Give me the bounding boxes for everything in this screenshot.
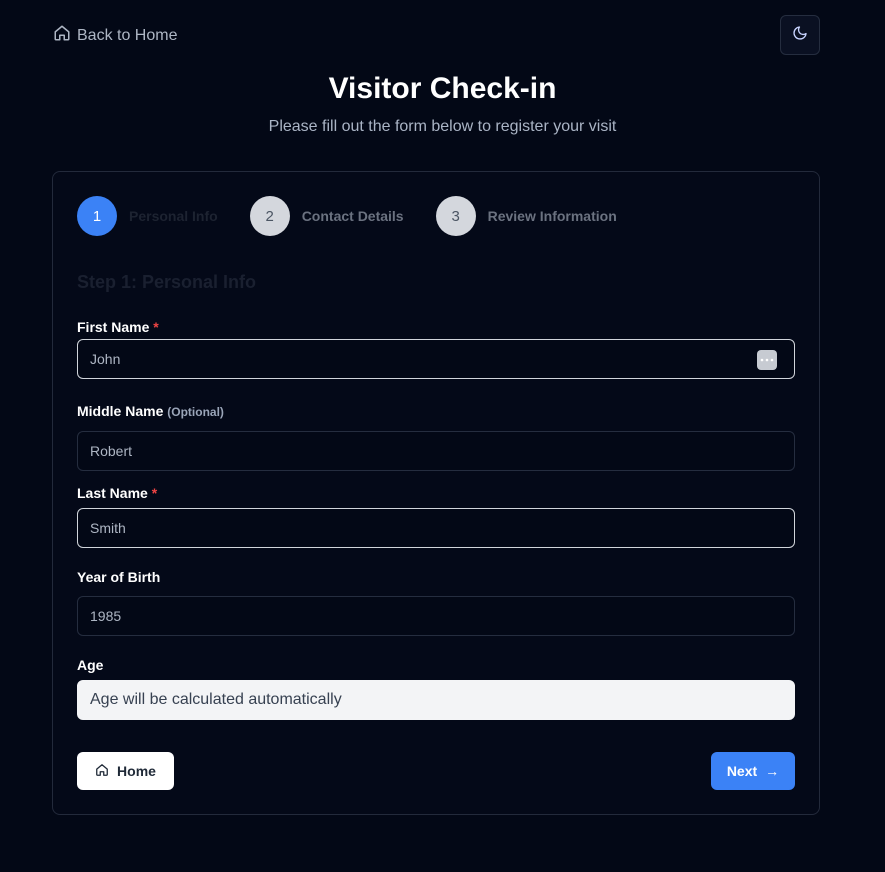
home-button[interactable]: Home: [77, 752, 174, 790]
age-field: Age Age will be calculated automatically: [77, 657, 795, 720]
step-number: 1: [77, 196, 117, 236]
stepper: 1 Personal Info 2 Contact Details 3 Revi…: [77, 196, 649, 236]
year-of-birth-field: Year of Birth 1985: [77, 569, 795, 636]
step-contact-details: 2 Contact Details: [249, 196, 404, 236]
age-input: Age will be calculated automatically: [77, 680, 795, 720]
step-label: Personal Info: [129, 208, 218, 224]
last-name-value: Smith: [90, 520, 126, 536]
optional-hint: (Optional): [167, 405, 224, 419]
next-button[interactable]: Next →: [711, 752, 795, 790]
page-subtitle: Please fill out the form below to regist…: [268, 118, 617, 135]
step-label: Review Information: [487, 208, 617, 224]
middle-name-label: Middle Name: [77, 403, 164, 419]
age-label: Age: [77, 657, 104, 673]
step-review-information: 3 Review Information: [435, 196, 617, 236]
year-of-birth-value: 1985: [90, 608, 122, 624]
step-heading: Step 1: Personal Info: [77, 272, 257, 292]
password-manager-icon[interactable]: [757, 350, 777, 370]
last-name-label: Last Name: [77, 485, 148, 501]
home-button-label: Home: [117, 763, 156, 779]
middle-name-field: Middle Name (Optional) Robert: [77, 403, 795, 471]
last-name-field: Last Name * Smith: [77, 485, 795, 548]
required-mark: *: [153, 319, 159, 335]
step-label: Contact Details: [301, 208, 404, 224]
first-name-input[interactable]: John: [77, 339, 795, 379]
back-link-label: Back to Home: [77, 26, 178, 44]
page-title: Visitor Check-in: [328, 72, 557, 105]
first-name-label: First Name: [77, 319, 150, 335]
year-of-birth-label: Year of Birth: [77, 569, 161, 585]
required-mark: *: [151, 485, 158, 501]
year-of-birth-input[interactable]: 1985: [77, 596, 795, 636]
next-button-label: Next: [726, 763, 758, 779]
first-name-field: First Name * John: [77, 319, 795, 379]
first-name-value: John: [90, 351, 121, 367]
step-number: 3: [435, 196, 476, 236]
middle-name-value: Robert: [90, 443, 133, 459]
step-personal-info: 1 Personal Info: [77, 196, 218, 236]
last-name-input[interactable]: Smith: [77, 508, 795, 548]
moon-icon: [792, 25, 808, 46]
middle-name-input[interactable]: Robert: [77, 431, 795, 471]
home-icon: [95, 763, 109, 780]
age-placeholder: Age will be calculated automatically: [90, 691, 342, 708]
back-to-home-link[interactable]: Back to Home: [53, 24, 177, 47]
checkin-form-card: 1 Personal Info 2 Contact Details 3 Revi…: [52, 171, 820, 815]
theme-toggle-button[interactable]: [780, 15, 820, 55]
home-icon: [53, 24, 71, 47]
step-number: 2: [249, 196, 290, 236]
arrow-right-icon: →: [765, 763, 780, 779]
